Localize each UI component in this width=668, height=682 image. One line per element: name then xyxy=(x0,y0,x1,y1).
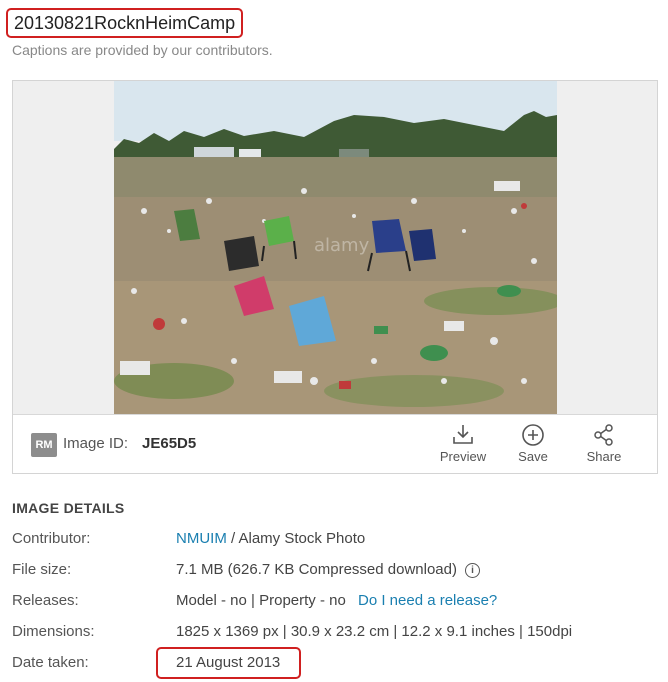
image-title-text: 20130821RocknHeimCamp xyxy=(14,12,236,33)
image-meta-bar: RM Image ID: JE65D5 Preview Save Share xyxy=(13,415,657,473)
image-id-value: JE65D5 xyxy=(142,435,197,452)
save-label: Save xyxy=(518,449,548,464)
contributor-link[interactable]: NMUIM xyxy=(176,530,227,547)
releases-value: Model - no | Property - no xyxy=(176,592,346,609)
releases-label: Releases: xyxy=(12,592,79,609)
file-size-label: File size: xyxy=(12,561,72,578)
download-icon xyxy=(453,425,473,444)
date-taken-row: Date taken: 21 August 2013 xyxy=(12,654,280,671)
image-title: 20130821RocknHeimCamp xyxy=(6,8,244,38)
share-button[interactable]: Share xyxy=(574,423,634,464)
release-help-link[interactable]: Do I need a release? xyxy=(358,592,497,609)
photo-illustration: alamy xyxy=(114,81,557,414)
image-card: alamy RM Image ID: JE65D5 Preview Save S… xyxy=(12,80,658,474)
stock-photo[interactable]: alamy xyxy=(114,81,557,414)
date-taken-label: Date taken: xyxy=(12,654,89,671)
file-size-value: 7.1 MB (626.7 KB Compressed download) xyxy=(176,561,457,578)
caption-note: Captions are provided by our contributor… xyxy=(12,42,273,58)
photo-watermark: alamy xyxy=(314,235,370,256)
contributor-row: Contributor: NMUIM / Alamy Stock Photo xyxy=(12,530,365,547)
share-icon xyxy=(594,424,613,446)
save-button[interactable]: Save xyxy=(503,423,563,464)
info-icon[interactable]: i xyxy=(464,563,480,578)
share-label: Share xyxy=(586,449,622,464)
image-area: alamy xyxy=(13,81,657,415)
rights-managed-badge: RM xyxy=(31,433,57,457)
contributor-suffix: / Alamy Stock Photo xyxy=(231,530,366,547)
dimensions-row: Dimensions: 1825 x 1369 px | 30.9 x 23.2… xyxy=(12,623,572,640)
date-taken-value: 21 August 2013 xyxy=(176,654,281,671)
file-size-row: File size: 7.1 MB (626.7 KB Compressed d… xyxy=(12,561,480,578)
plus-circle-icon xyxy=(522,424,544,446)
dimensions-label: Dimensions: xyxy=(12,623,95,640)
contributor-label: Contributor: xyxy=(12,530,91,547)
preview-button[interactable]: Preview xyxy=(433,423,493,464)
image-id-label: Image ID: xyxy=(63,435,129,452)
image-details-heading: IMAGE DETAILS xyxy=(12,500,125,516)
dimensions-value: 1825 x 1369 px | 30.9 x 23.2 cm | 12.2 x… xyxy=(176,623,573,640)
preview-label: Preview xyxy=(439,449,487,464)
releases-row: Releases: Model - no | Property - no Do … xyxy=(12,592,497,609)
